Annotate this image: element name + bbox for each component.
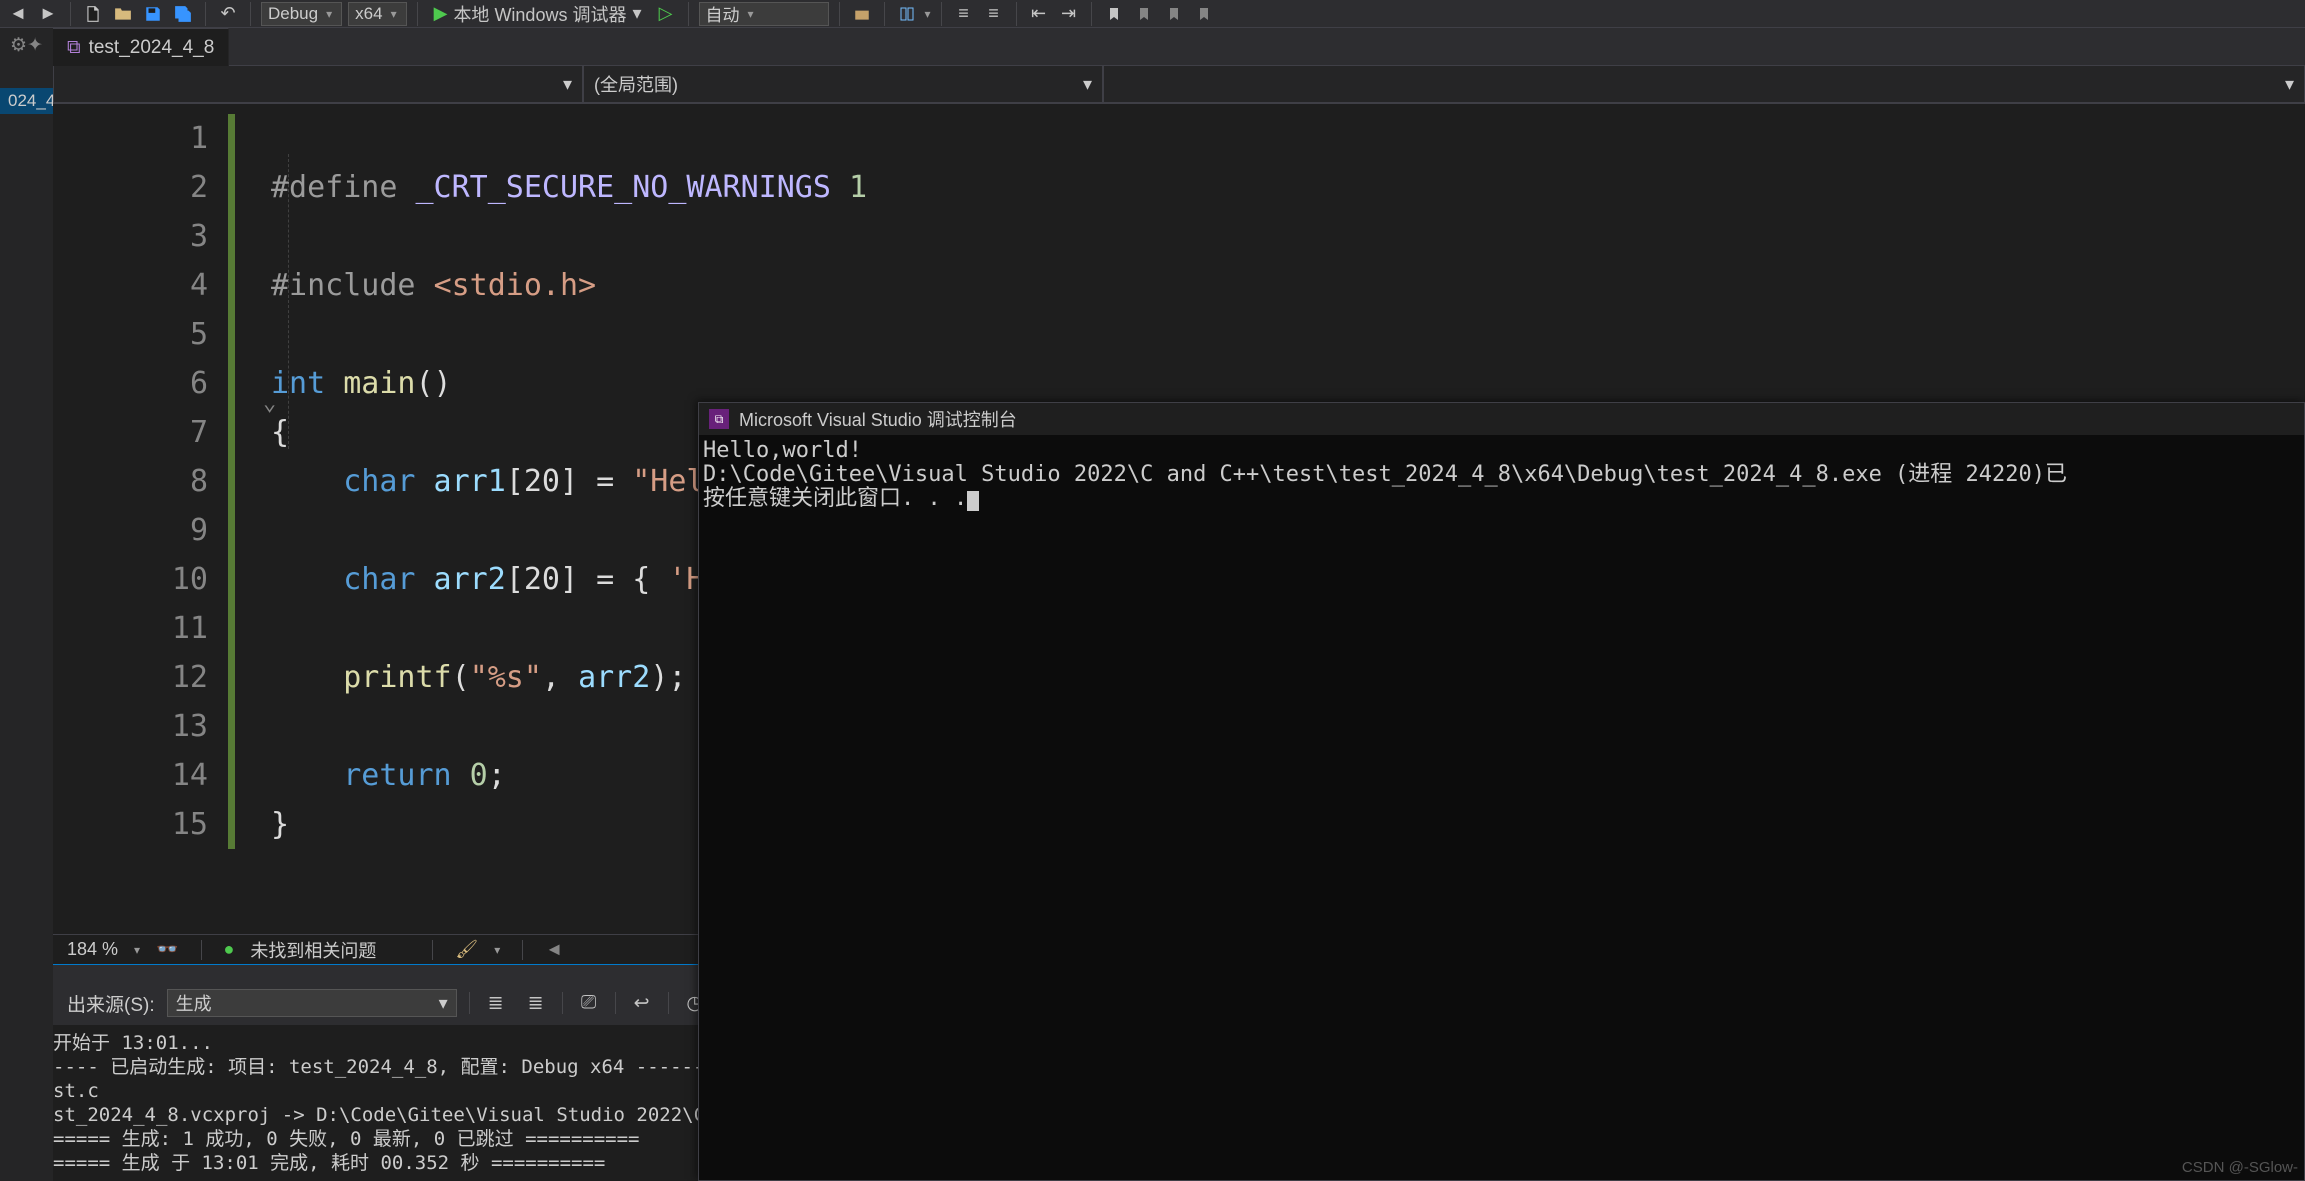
debug-console-window[interactable]: ⧉ Microsoft Visual Studio 调试控制台 Hello,wo…	[698, 402, 2305, 1181]
file-tab[interactable]: ⧉ test_2024_4_8	[53, 28, 229, 66]
bookmark-next-icon[interactable]	[1162, 2, 1186, 26]
forward-icon[interactable]: ►	[36, 2, 60, 26]
outdent-icon[interactable]: ⇤	[1027, 2, 1051, 26]
tab-bar: ⧉ test_2024_4_8	[53, 28, 2305, 66]
indent-less-icon[interactable]: ≡	[952, 2, 976, 26]
brush-icon[interactable]: 🖌	[455, 939, 478, 960]
indent-more-icon[interactable]: ≡	[982, 2, 1006, 26]
output-source-dropdown[interactable]: 生成▾	[167, 989, 457, 1017]
check-icon: ●	[224, 939, 235, 960]
wrap-icon[interactable]: ↩	[628, 989, 656, 1017]
gear-icon[interactable]: ✦	[27, 34, 43, 57]
platform-dropdown[interactable]: x64▾	[348, 2, 406, 26]
goto-prev-icon[interactable]: ≣	[482, 989, 510, 1017]
nav-member-dropdown[interactable]: ▾	[1103, 66, 2305, 103]
back-icon[interactable]: ◄	[6, 2, 30, 26]
console-title: Microsoft Visual Studio 调试控制台	[739, 406, 1017, 432]
console-output: Hello,world! D:\Code\Gitee\Visual Studio…	[699, 435, 2304, 515]
nav-scope-dropdown[interactable]: (全局范围)▾	[583, 66, 1103, 103]
indent-icon[interactable]: ⇥	[1057, 2, 1081, 26]
watermark: CSDN @-SGlow-	[2182, 1159, 2298, 1176]
clear-icon[interactable]: ⎚	[575, 989, 603, 1017]
start-debug-button[interactable]: ▶本地 Windows 调试器▾	[428, 1, 648, 27]
start-no-debug-icon[interactable]: ▷	[654, 2, 678, 26]
wrench-icon[interactable]: ⚙	[10, 34, 27, 57]
bookmark-icon[interactable]	[1102, 2, 1126, 26]
cpp-file-icon: ⧉	[67, 37, 81, 59]
zoom-level[interactable]: 184 %	[67, 939, 118, 960]
output-source-label: 出来源(S):	[67, 990, 155, 1017]
open-icon[interactable]	[111, 2, 135, 26]
goto-next-icon[interactable]: ≣	[522, 989, 550, 1017]
hscroll-left-icon[interactable]: ◄	[545, 939, 563, 960]
config-dropdown[interactable]: Debug▾	[261, 2, 342, 26]
solution-explorer-sidebar: ⚙ ✦ 024_4_8	[0, 28, 53, 1181]
line-number-gutter: 1 2 3 4 5 6 7 8 9 10 11 12 13 14 15	[53, 104, 228, 934]
nav-project-dropdown[interactable]: ▾	[53, 66, 583, 103]
auto-dropdown[interactable]: 自动▾	[699, 2, 829, 26]
layout-icon[interactable]	[895, 2, 919, 26]
nav-bar: ▾ (全局范围)▾ ▾	[53, 66, 2305, 104]
save-icon[interactable]	[141, 2, 165, 26]
issues-status[interactable]: 未找到相关问题	[250, 937, 376, 963]
save-all-icon[interactable]	[171, 2, 195, 26]
bookmark-clear-icon[interactable]	[1192, 2, 1216, 26]
tab-filename: test_2024_4_8	[89, 37, 215, 59]
new-file-icon[interactable]	[81, 2, 105, 26]
main-toolbar: ◄ ► ↶ Debug▾ x64▾ ▶本地 Windows 调试器▾ ▷ 自动▾…	[0, 0, 2305, 28]
toolbox-icon[interactable]	[850, 2, 874, 26]
undo-icon[interactable]: ↶	[216, 2, 240, 26]
vs-icon: ⧉	[709, 409, 729, 429]
console-titlebar[interactable]: ⧉ Microsoft Visual Studio 调试控制台	[699, 403, 2304, 435]
bookmark-prev-icon[interactable]	[1132, 2, 1156, 26]
glasses-icon[interactable]: 👓	[156, 939, 178, 960]
